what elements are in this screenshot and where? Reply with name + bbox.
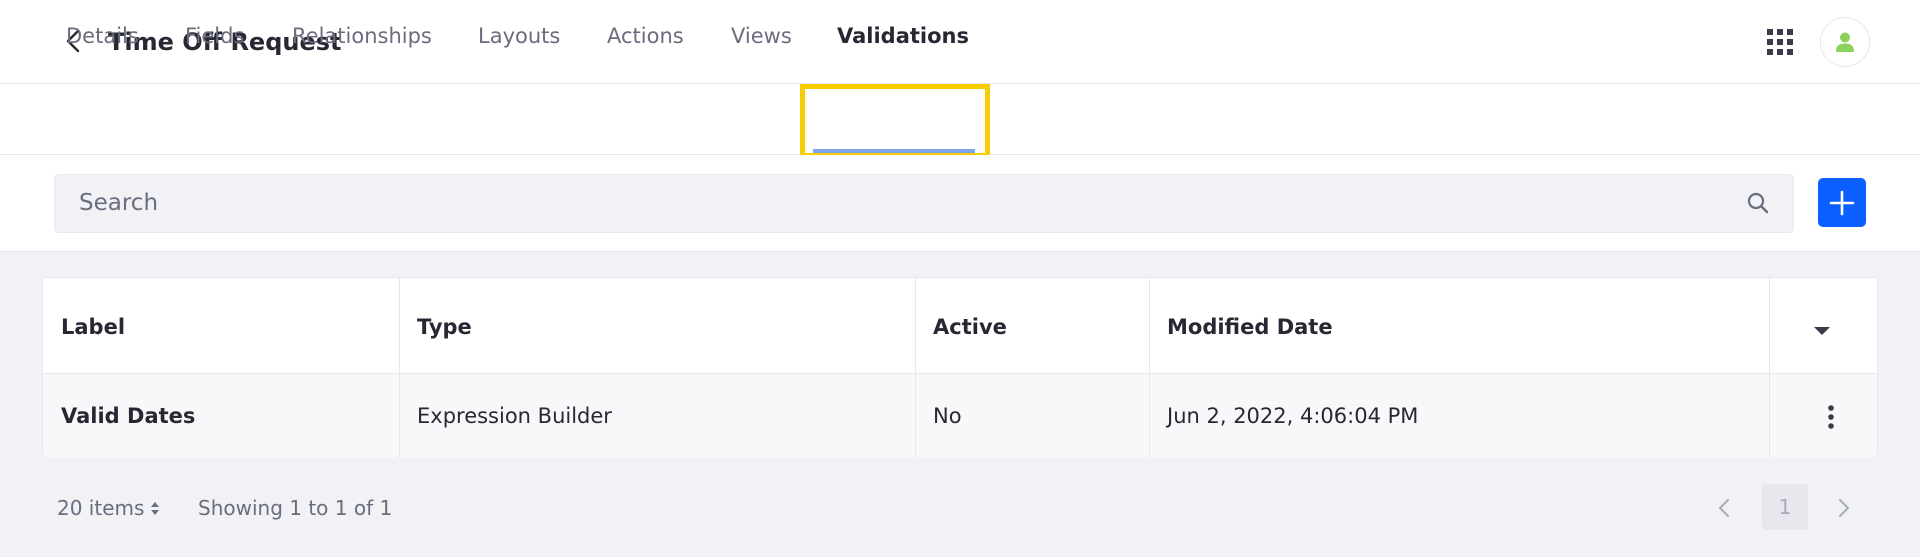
previous-page-button[interactable] [1710,494,1738,522]
column-options-button[interactable] [1813,322,1839,340]
column-header-modified-date: Modified Date [1167,315,1333,339]
tab-actions[interactable]: Actions [607,22,684,50]
grid-icon [1767,29,1793,55]
tab-bar [0,84,1920,155]
tab-views[interactable]: Views [731,22,792,50]
items-per-page-toggle[interactable] [149,500,161,516]
tab-relationships[interactable]: Relationships [292,22,432,50]
search-icon [1747,192,1769,214]
search-button[interactable] [1746,191,1770,215]
ellipsis-vertical-icon [1828,405,1834,429]
pagination-results: Showing 1 to 1 of 1 [198,496,393,520]
caret-double-icon [151,502,159,515]
cell-type: Expression Builder [417,404,612,428]
chevron-right-icon [1839,499,1849,517]
tab-details[interactable]: Details [66,22,139,50]
tab-layouts[interactable]: Layouts [478,22,560,50]
header-divider [43,373,1877,374]
cell-modified-date: Jun 2, 2022, 4:06:04 PM [1167,404,1419,428]
page-number-button[interactable]: 1 [1762,484,1808,530]
column-header-active: Active [933,315,1007,339]
column-divider [1149,278,1150,458]
plus-icon [1829,190,1855,215]
caret-down-icon [1814,327,1830,335]
cell-label[interactable]: Valid Dates [61,402,195,430]
column-divider [1769,278,1770,458]
chevron-left-icon [1719,499,1729,517]
column-divider [915,278,916,458]
active-tab-indicator [813,149,975,153]
tab-validations[interactable]: Validations [837,22,969,50]
add-button[interactable] [1818,178,1866,227]
column-header-label: Label [61,315,126,339]
column-divider [399,278,400,458]
user-icon [1836,32,1854,52]
validations-table: Label Type Active Modified Date Valid Da… [42,277,1878,458]
apps-menu-button[interactable] [1766,28,1796,58]
items-per-page-dropdown[interactable]: 20 items [57,494,144,522]
row-actions-button[interactable] [1827,404,1847,434]
column-header-type: Type [417,315,472,339]
search-input[interactable]: Search [54,174,1794,233]
user-avatar-button[interactable] [1820,17,1870,67]
cell-active: No [933,404,962,428]
next-page-button[interactable] [1830,494,1858,522]
tab-fields[interactable]: Fields [185,22,244,50]
